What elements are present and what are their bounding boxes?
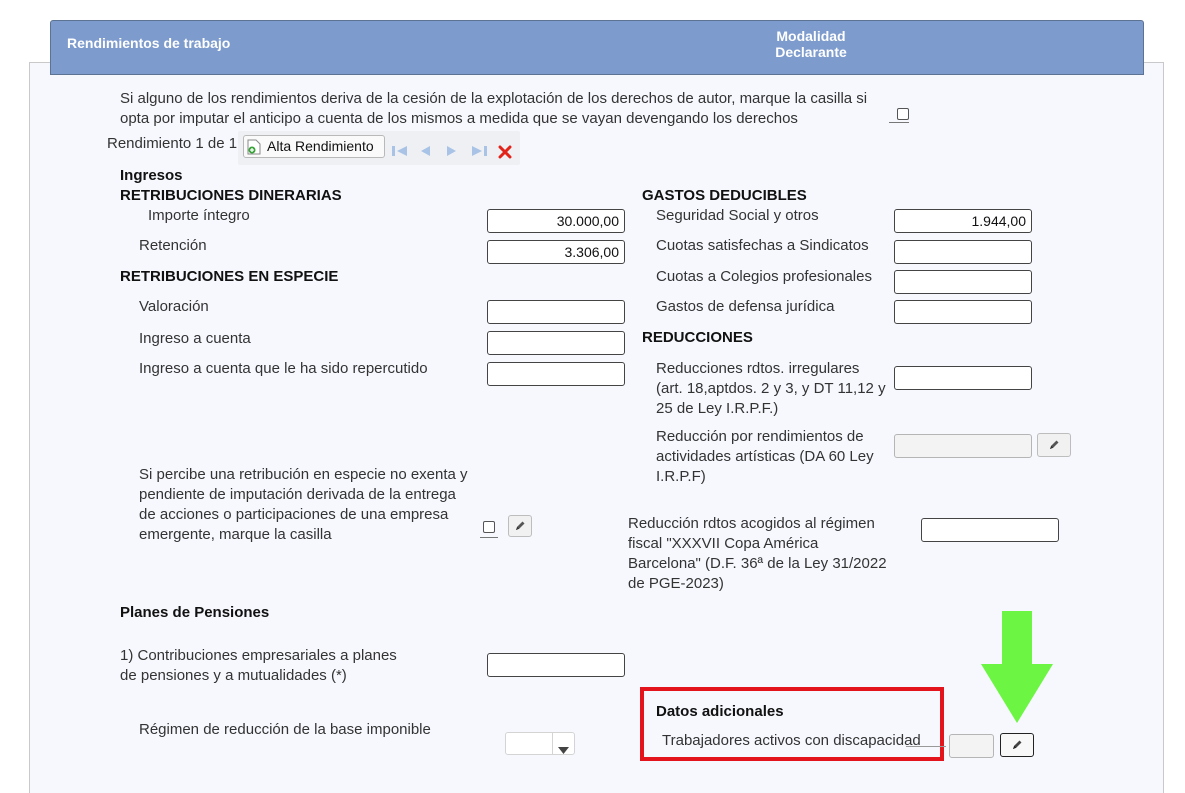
irregulares-label: Reducciones rdtos. irregulares (art. 18,…	[656, 360, 886, 417]
section-title: Rendimientos de trabajo	[67, 35, 231, 51]
discapacidad-label: Trabajadores activos con discapacidad	[662, 732, 921, 749]
pensiones-heading: Planes de Pensiones	[120, 604, 270, 621]
emergente-edit-button[interactable]	[508, 515, 532, 537]
copa-america-label: Reducción rdtos acogidos al régimen fisc…	[628, 515, 887, 592]
irregulares-input[interactable]	[894, 366, 1032, 390]
seguridad-input[interactable]: 1.944,00	[894, 209, 1032, 233]
chevron-down-icon	[558, 741, 569, 759]
ingreso-cuenta-label: Ingreso a cuenta	[139, 330, 251, 347]
next-record-icon[interactable]	[445, 144, 459, 163]
sindicatos-label: Cuotas satisfechas a Sindicatos	[656, 237, 869, 254]
valoracion-input[interactable]	[487, 300, 625, 324]
regimen-select[interactable]	[505, 732, 575, 755]
autor-checkbox-underline	[889, 122, 909, 123]
valoracion-label: Valoración	[139, 298, 209, 315]
section-header: Rendimientos de trabajo Modalidad Declar…	[50, 20, 1144, 75]
emergente-checkbox[interactable]	[483, 521, 495, 533]
autor-text-line1: Si alguno de los rendimientos deriva de …	[120, 90, 868, 107]
emergente-checkbox-underline	[480, 537, 498, 538]
ingreso-cuenta-input[interactable]	[487, 331, 625, 355]
reducciones-heading: REDUCCIONES	[642, 329, 753, 346]
last-record-icon[interactable]	[470, 144, 488, 163]
autor-text-line2: opta por imputar el anticipo a cuenta de…	[120, 110, 798, 127]
emergente-text: Si percibe una retribución en especie no…	[139, 466, 468, 543]
ingreso-repercutido-label: Ingreso a cuenta que le ha sido repercut…	[139, 360, 428, 377]
artisticas-edit-button[interactable]	[1037, 433, 1071, 457]
contribuciones-label: 1) Contribuciones empresariales a planes…	[120, 647, 397, 684]
datos-heading: Datos adicionales	[656, 703, 784, 720]
pencil-icon	[1013, 740, 1022, 749]
artisticas-label: Reducción por rendimientos de actividade…	[656, 428, 874, 485]
defensa-label: Gastos de defensa jurídica	[656, 298, 835, 315]
importe-input[interactable]: 30.000,00	[487, 209, 625, 233]
retencion-label: Retención	[139, 237, 207, 254]
pencil-icon	[1050, 440, 1059, 449]
seguridad-label: Seguridad Social y otros	[656, 207, 819, 224]
discapacidad-input	[949, 734, 994, 758]
artisticas-input	[894, 434, 1032, 458]
especie-heading: RETRIBUCIONES EN ESPECIE	[120, 268, 339, 285]
colegios-label: Cuotas a Colegios profesionales	[656, 268, 872, 285]
regimen-label: Régimen de reducción de la base imponibl…	[139, 721, 431, 738]
gastos-heading: GASTOS DEDUCIBLES	[642, 187, 807, 204]
autor-checkbox[interactable]	[897, 108, 909, 120]
new-document-icon	[247, 139, 261, 161]
retencion-input[interactable]: 3.306,00	[487, 240, 625, 264]
contribuciones-input[interactable]	[487, 653, 625, 677]
importe-label: Importe íntegro	[148, 207, 250, 224]
discapacidad-edit-button[interactable]	[1000, 733, 1034, 757]
defensa-input[interactable]	[894, 300, 1032, 324]
previous-record-icon[interactable]	[418, 144, 432, 163]
modalidad-column-header: Modalidad Declarante	[775, 28, 847, 60]
delete-icon[interactable]	[498, 145, 512, 164]
sindicatos-input[interactable]	[894, 240, 1032, 264]
ingreso-repercutido-input[interactable]	[487, 362, 625, 386]
green-down-arrow-icon	[979, 611, 1055, 728]
copa-america-input[interactable]	[921, 518, 1059, 542]
colegios-input[interactable]	[894, 270, 1032, 294]
ingresos-heading: Ingresos	[120, 167, 183, 184]
pencil-icon	[516, 521, 525, 530]
dinerarias-heading: RETRIBUCIONES DINERARIAS	[120, 187, 342, 204]
alta-rendimiento-button[interactable]: Alta Rendimiento	[243, 135, 385, 158]
first-record-icon[interactable]	[391, 144, 409, 163]
rendimiento-counter: Rendimiento 1 de 1	[107, 135, 238, 152]
